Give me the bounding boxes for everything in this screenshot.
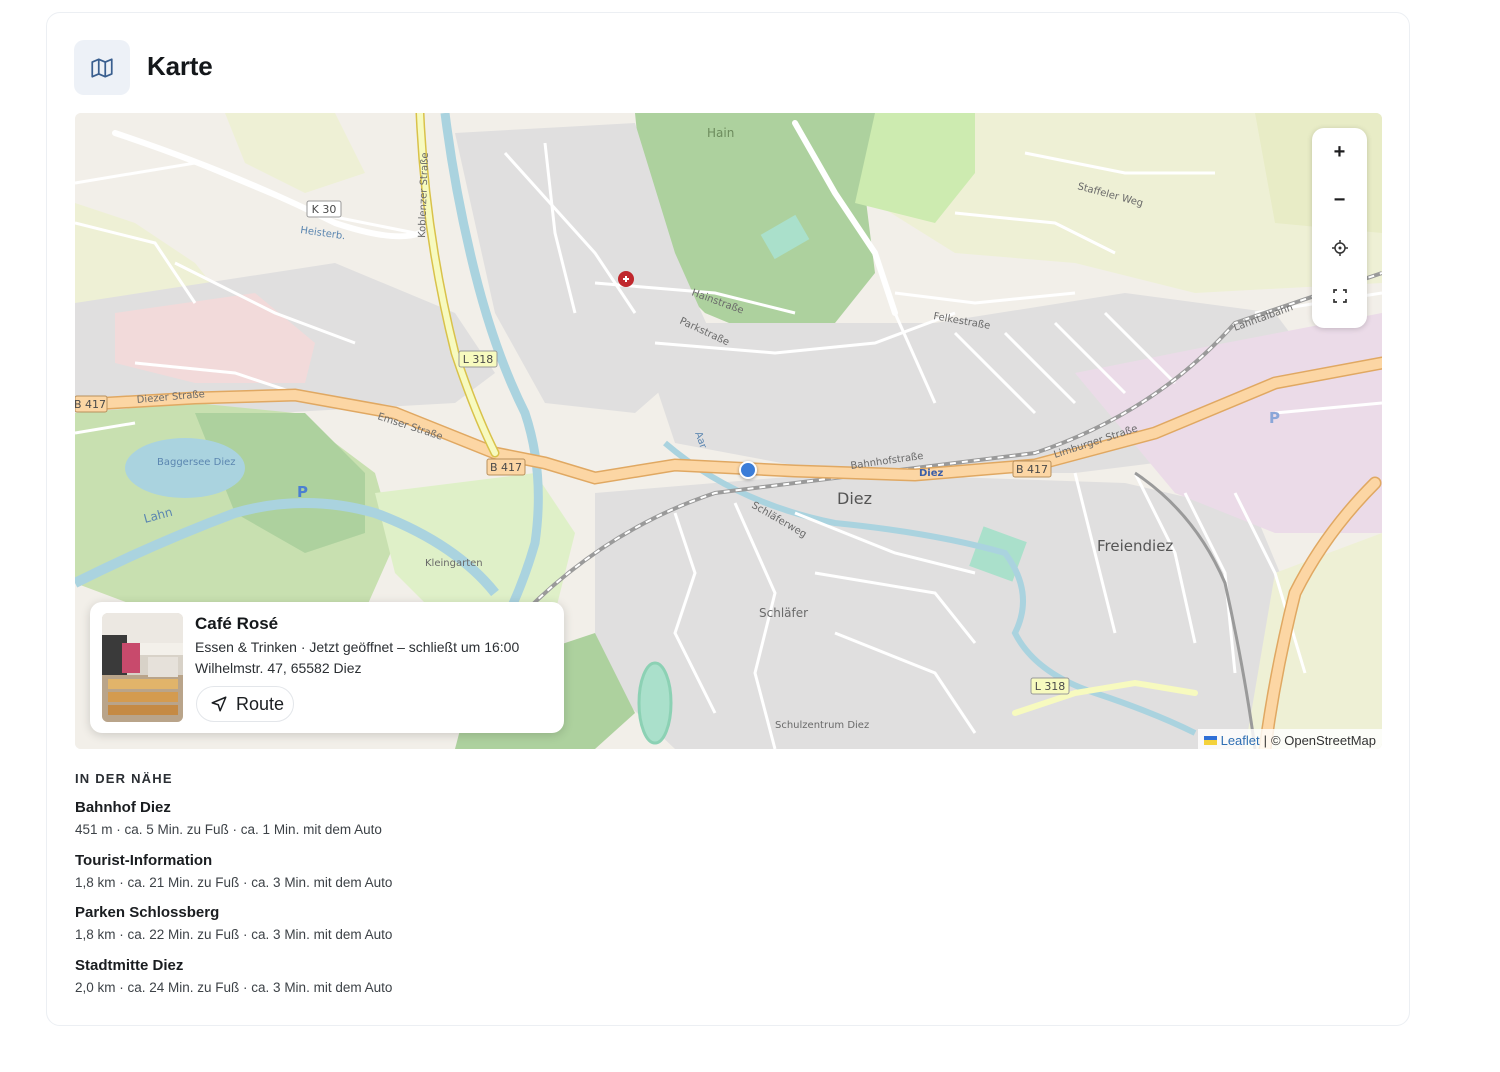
ukraine-flag-icon [1203, 735, 1217, 745]
nearby-name: Stadtmitte Diez [75, 956, 184, 974]
nearby-info: 1,8 km · ca. 22 Min. zu Fuß · ca. 3 Min.… [75, 927, 393, 942]
list-item[interactable]: Parken Schlossberg 1,8 km · ca. 22 Min. … [75, 903, 675, 956]
crosshair-icon [1331, 240, 1348, 256]
navigation-arrow-icon [211, 696, 227, 712]
place-card[interactable]: Café Rosé Essen & Trinken · Jetzt geöffn… [90, 602, 564, 733]
label-town-freiendiez: Freiendiez [1097, 537, 1173, 555]
label-schulzentrum: Schulzentrum Diez [775, 720, 869, 731]
place-address: Wilhelmstr. 47, 65582 Diez [195, 660, 362, 676]
shield-b417-west: B 417 [75, 398, 106, 411]
label-baggersee: Baggersee Diez [157, 457, 236, 468]
route-button[interactable]: Route [196, 686, 294, 722]
parking-icon: P [1269, 409, 1280, 427]
list-item[interactable]: Tourist-Information 1,8 km · ca. 21 Min.… [75, 851, 675, 904]
label-town-diez: Diez [837, 489, 872, 508]
place-photo [102, 613, 183, 722]
label-hain: Hain [707, 126, 734, 140]
nearby-list: Bahnhof Diez 451 m · ca. 5 Min. zu Fuß ·… [75, 798, 675, 1008]
locate-button[interactable] [1312, 224, 1367, 272]
shield-l318-north: L 318 [463, 353, 494, 366]
page-title: Karte [147, 51, 213, 81]
leaflet-link[interactable]: Leaflet [1221, 733, 1260, 748]
zoom-in-button[interactable]: + [1312, 128, 1367, 176]
location-marker[interactable] [739, 461, 757, 479]
attribution-separator: | [1263, 732, 1268, 748]
place-meta: Essen & Trinken · Jetzt geöffnet – schli… [195, 639, 519, 655]
fullscreen-icon [1332, 289, 1347, 303]
nearby-name: Parken Schlossberg [75, 904, 220, 921]
place-name: Café Rosé [195, 614, 279, 633]
nearby-info: 451 m · ca. 5 Min. zu Fuß · ca. 1 Min. m… [75, 822, 382, 837]
nearby-heading: IN DER NÄHE [75, 771, 173, 786]
opening-status: Jetzt geöffnet – schließt um 16:00 [309, 639, 520, 655]
meta-separator: · [300, 639, 306, 655]
list-item[interactable]: Bahnhof Diez 451 m · ca. 5 Min. zu Fuß ·… [75, 798, 675, 851]
nearby-name: Bahnhof Diez [75, 799, 171, 816]
place-category: Essen & Trinken [195, 639, 297, 655]
shield-b417-center: B 417 [490, 461, 522, 474]
route-label: Route [236, 693, 285, 714]
parking-icon: P [297, 483, 308, 501]
osm-attribution: © OpenStreetMap [1271, 732, 1376, 748]
nearby-info: 2,0 km · ca. 24 Min. zu Fuß · ca. 3 Min.… [75, 979, 393, 995]
map-view[interactable]: K 30 L 318 B 417 B 417 B 417 L 318 Diez … [75, 113, 1382, 749]
fullscreen-button[interactable] [1312, 272, 1367, 320]
label-kleingarten: Kleingarten [425, 558, 483, 569]
map-attribution: Leaflet | © OpenStreetMap [1197, 729, 1382, 749]
shield-b417-east: B 417 [1016, 463, 1048, 476]
map-icon [74, 40, 130, 95]
shield-k30: K 30 [312, 203, 337, 216]
zoom-out-button[interactable]: − [1312, 176, 1367, 224]
list-item[interactable]: Stadtmitte Diez 2,0 km · ca. 24 Min. zu … [75, 956, 675, 1009]
shield-l318-south: L 318 [1035, 680, 1066, 693]
nearby-name: Tourist-Information [75, 851, 213, 869]
map-controls: + − [1312, 128, 1367, 328]
label-station-diez: Diez [919, 468, 944, 479]
label-district-schlaefer: Schläfer [759, 606, 808, 620]
nearby-info: 1,8 km · ca. 21 Min. zu Fuß · ca. 3 Min.… [75, 874, 393, 890]
